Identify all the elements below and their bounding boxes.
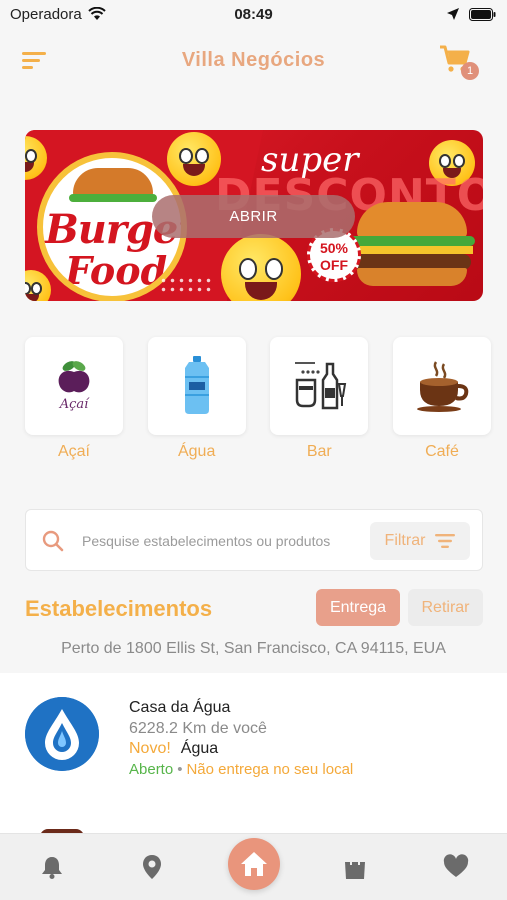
coffee-cup-icon bbox=[416, 361, 469, 412]
cart-button[interactable]: 1 bbox=[439, 44, 479, 80]
shopping-bag-icon[interactable] bbox=[342, 854, 368, 880]
cart-badge: 1 bbox=[461, 62, 479, 80]
store-name: Casa da Água bbox=[129, 699, 231, 716]
status-right bbox=[447, 7, 497, 21]
discount-value: 50% bbox=[319, 240, 349, 256]
store-logo bbox=[25, 697, 99, 771]
carrier-group: Operadora bbox=[10, 6, 106, 23]
search-bar: Filtrar bbox=[25, 509, 483, 571]
discount-suffix: OFF bbox=[320, 257, 348, 273]
banner-dots-decoration bbox=[159, 276, 211, 296]
category-tile bbox=[270, 337, 369, 435]
filter-icon bbox=[435, 534, 456, 548]
section-title: Estabelecimentos bbox=[25, 596, 213, 621]
search-icon bbox=[42, 530, 64, 552]
store-list: Casa da Água 6228.2 Km de você Novo! Água… bbox=[0, 673, 507, 837]
new-badge: Novo! bbox=[129, 740, 171, 757]
category-tile bbox=[392, 337, 491, 435]
filter-button[interactable]: Filtrar bbox=[370, 522, 470, 560]
water-gallon-icon bbox=[184, 356, 209, 414]
delivery-toggle-button[interactable]: Entrega bbox=[316, 589, 400, 626]
brand-line-2: Food bbox=[65, 248, 168, 293]
home-icon bbox=[241, 852, 267, 876]
app-title: Villa Negócios bbox=[181, 48, 326, 71]
search-input[interactable] bbox=[82, 528, 382, 554]
separator-dot: • bbox=[177, 761, 183, 778]
favorites-heart-icon[interactable] bbox=[443, 854, 469, 880]
category-tile: Açaí bbox=[25, 337, 123, 435]
app-bar: Villa Negócios 1 bbox=[0, 36, 507, 84]
wifi-icon bbox=[88, 7, 106, 20]
store-card[interactable]: Casa da Água 6228.2 Km de você Novo! Água… bbox=[0, 673, 507, 803]
notifications-bell-icon[interactable] bbox=[39, 854, 65, 880]
status-bar: Operadora 08:49 bbox=[0, 0, 507, 28]
location-pin-icon[interactable] bbox=[139, 854, 165, 880]
burger-image bbox=[347, 202, 477, 288]
location-arrow-icon bbox=[447, 8, 459, 20]
category-bar[interactable]: Bar bbox=[270, 337, 369, 461]
store-open-status: Aberto bbox=[129, 761, 174, 778]
store-tags: Novo! Água bbox=[129, 740, 218, 758]
bottom-tab-bar bbox=[0, 833, 507, 900]
svg-text:Açaí: Açaí bbox=[59, 397, 90, 412]
water-drop-icon bbox=[25, 697, 99, 771]
carrier-name: Operadora bbox=[10, 5, 82, 23]
emoji-icon bbox=[167, 132, 221, 186]
battery-icon bbox=[469, 7, 496, 21]
category-agua[interactable]: Água bbox=[147, 337, 246, 461]
category-label: Bar bbox=[306, 443, 332, 460]
store-delivery-note: Não entrega no seu local bbox=[186, 761, 354, 778]
category-list: Açaí Açaí Água Bar Café bbox=[25, 337, 491, 461]
bar-icon bbox=[295, 362, 347, 410]
store-status-line: Aberto • Não entrega no seu local bbox=[129, 761, 353, 778]
pickup-toggle-button[interactable]: Retirar bbox=[408, 589, 483, 626]
category-tile bbox=[147, 337, 246, 435]
category-label: Água bbox=[177, 443, 216, 460]
acai-icon: Açaí bbox=[58, 361, 90, 412]
filter-label: Filtrar bbox=[384, 532, 426, 549]
category-acai[interactable]: Açaí Açaí bbox=[25, 337, 123, 461]
category-label: Café bbox=[425, 443, 459, 460]
category-label: Açaí bbox=[57, 443, 90, 460]
store-category: Água bbox=[180, 740, 219, 757]
home-tab-button[interactable] bbox=[228, 838, 280, 890]
emoji-icon bbox=[221, 234, 301, 301]
location-address: Perto de 1800 Ellis St, San Francisco, C… bbox=[61, 640, 446, 657]
open-banner-button[interactable]: ABRIR bbox=[152, 195, 355, 238]
store-distance: 6228.2 Km de você bbox=[129, 720, 267, 737]
category-cafe[interactable]: Café bbox=[392, 337, 491, 461]
